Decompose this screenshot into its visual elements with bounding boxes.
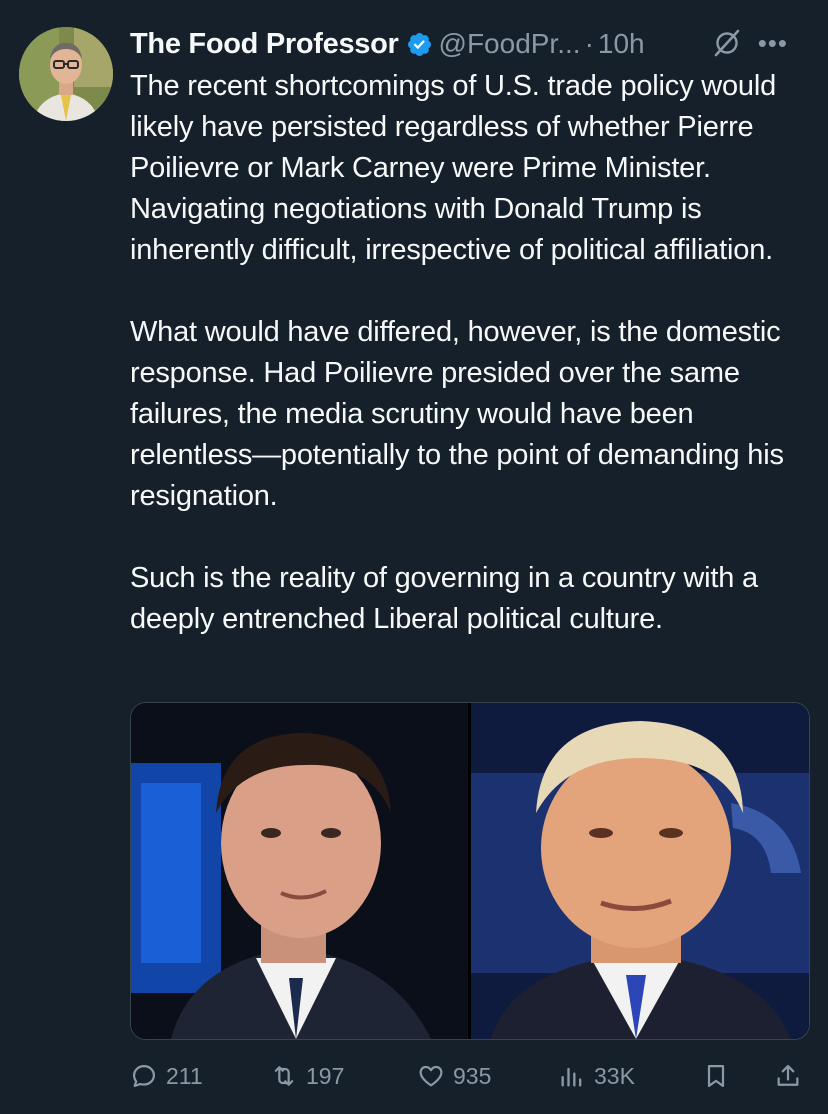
repost-icon xyxy=(274,1066,294,1086)
tweet-actions: 211 197 935 33K xyxy=(130,1056,810,1096)
heart-icon xyxy=(419,1065,443,1087)
tweet-header: The Food Professor @FoodPr... · 10h ••• xyxy=(130,22,810,66)
header-separator: · xyxy=(584,28,594,59)
repost-button[interactable]: 197 xyxy=(270,1056,344,1096)
bookmark-icon xyxy=(707,1064,725,1088)
media-photo-left[interactable] xyxy=(131,703,468,1039)
views-count: 33K xyxy=(594,1062,635,1089)
reply-button[interactable]: 211 xyxy=(130,1056,203,1096)
tweet-body: The recent shortcomings of U.S. trade po… xyxy=(130,66,820,640)
tweet-media xyxy=(130,702,810,1040)
like-button[interactable]: 935 xyxy=(417,1056,491,1096)
tweet-paragraph: What would have differed, however, is th… xyxy=(130,316,784,512)
grok-icon[interactable] xyxy=(712,28,742,58)
views-icon xyxy=(561,1067,582,1087)
tweet-timestamp[interactable]: 10h xyxy=(598,28,645,60)
reply-icon xyxy=(132,1064,156,1088)
more-icon[interactable]: ••• xyxy=(758,30,788,56)
media-photo-right[interactable] xyxy=(471,703,809,1039)
tweet-paragraph: Such is the reality of governing in a co… xyxy=(130,562,758,635)
share-button[interactable] xyxy=(774,1056,802,1096)
like-count: 935 xyxy=(453,1062,492,1089)
repost-count: 197 xyxy=(306,1062,345,1089)
author-display-name[interactable]: The Food Professor xyxy=(130,28,399,61)
reply-count: 211 xyxy=(166,1062,203,1089)
author-avatar[interactable] xyxy=(19,27,113,121)
share-icon xyxy=(777,1064,799,1086)
bookmark-button[interactable] xyxy=(702,1056,730,1096)
author-handle[interactable]: @FoodPr... xyxy=(439,28,581,60)
verified-badge-icon[interactable] xyxy=(406,31,433,58)
views-button[interactable]: 33K xyxy=(558,1056,635,1096)
tweet-paragraph: The recent shortcomings of U.S. trade po… xyxy=(130,70,777,266)
